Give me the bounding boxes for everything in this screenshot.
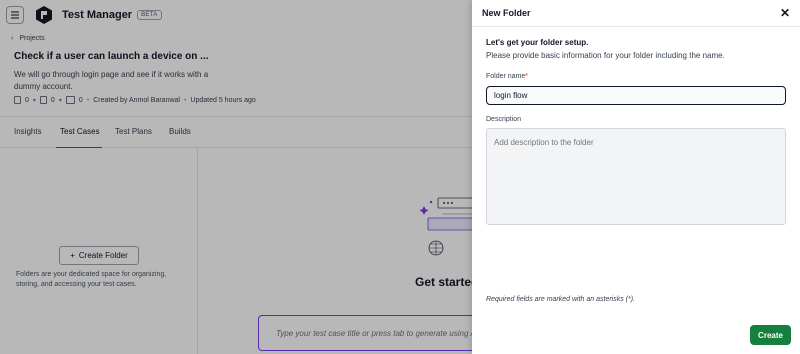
drawer-header: New Folder ✕: [472, 0, 800, 27]
new-folder-drawer: New Folder ✕ Let's get your folder setup…: [472, 0, 800, 354]
description-label: Description: [486, 116, 522, 123]
folder-name-input[interactable]: [486, 86, 786, 105]
modal-overlay[interactable]: [0, 0, 472, 354]
drawer-title: New Folder: [482, 8, 531, 18]
required-asterisk: *: [525, 73, 529, 80]
folder-name-label-text: Folder name: [486, 73, 526, 80]
setup-heading: Let's get your folder setup.: [486, 38, 589, 47]
description-textarea[interactable]: [486, 128, 786, 225]
close-icon[interactable]: ✕: [778, 6, 792, 20]
folder-name-label: Folder name*: [486, 73, 528, 80]
required-fields-note: Required fields are marked with an aster…: [486, 296, 636, 303]
setup-subheading: Please provide basic information for you…: [486, 51, 725, 60]
create-button[interactable]: Create: [750, 325, 791, 345]
